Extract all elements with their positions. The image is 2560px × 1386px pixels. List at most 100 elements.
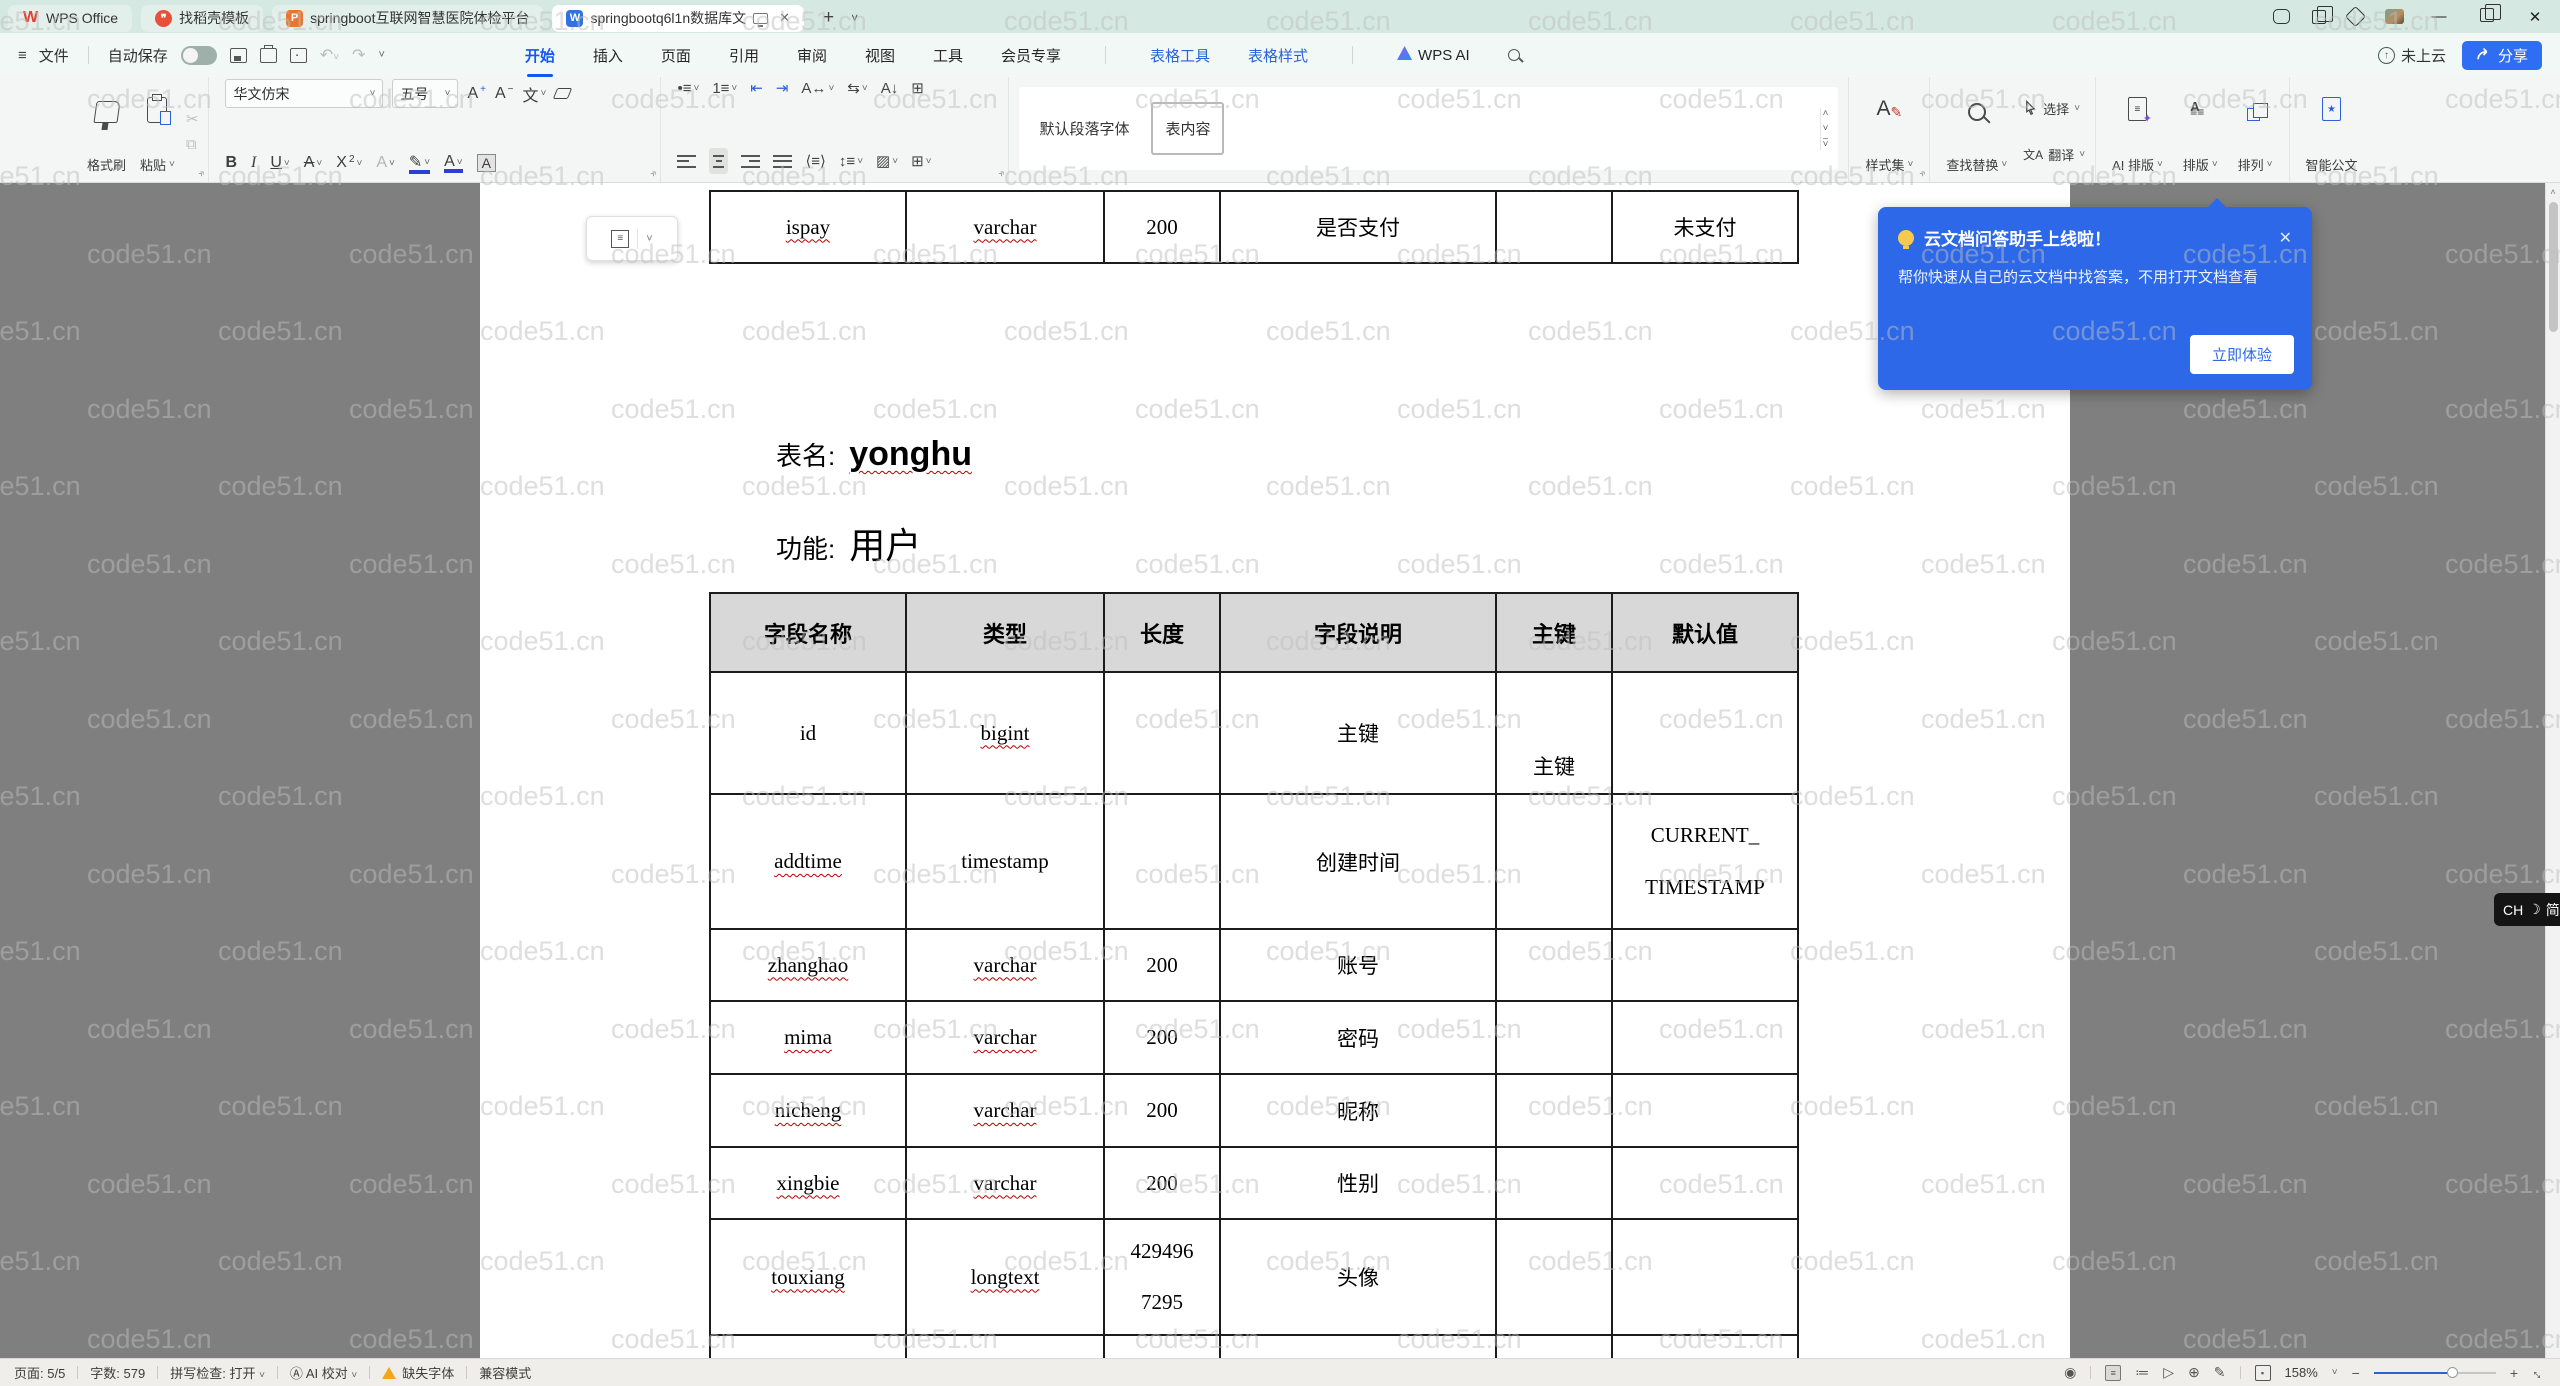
restore-button[interactable] <box>2480 8 2494 22</box>
tab-wps-ai[interactable]: WPS AI <box>1397 46 1470 64</box>
styles-up-icon[interactable]: ˄ <box>1823 108 1829 119</box>
ai-proof-button[interactable]: Ⓐ AI 校对 ˅ <box>290 1363 357 1382</box>
table-cell[interactable]: 密码 <box>1220 1001 1496 1074</box>
text-direction-button[interactable]: A↔˅ <box>801 80 834 97</box>
zoom-slider-knob[interactable] <box>2447 1367 2458 1378</box>
table-cell[interactable]: timestamp <box>906 794 1104 929</box>
tab-insert[interactable]: 插入 <box>593 45 623 66</box>
decrease-font-button[interactable]: A− <box>495 85 514 103</box>
table-select-widget[interactable]: ≡ ˅ <box>586 216 678 261</box>
table-header-cell[interactable]: 类型 <box>906 593 1104 672</box>
table-cell[interactable]: 200 <box>1104 1147 1220 1219</box>
increase-indent-button[interactable]: ⇥ <box>776 79 789 97</box>
document-page[interactable]: ispayvarchar200是否支付 未支付 ≡ ˅ 表名: yonghu 功… <box>480 183 2070 1358</box>
table-cell[interactable] <box>1612 672 1798 794</box>
table-cell[interactable]: bigint <box>906 672 1104 794</box>
zoom-out-button[interactable]: − <box>2352 1365 2360 1381</box>
table-cell[interactable] <box>1104 1335 1220 1358</box>
cut-icon[interactable]: ✂ <box>186 112 199 127</box>
table-cell[interactable] <box>1104 672 1220 794</box>
tab-docer-templates[interactable]: ❞ 找稻壳模板 <box>141 5 263 32</box>
ime-indicator[interactable]: CH ☽ 简 <box>2494 893 2560 926</box>
table-cell[interactable] <box>1612 929 1798 1001</box>
table-cell[interactable]: varchar <box>906 191 1104 263</box>
search-icon[interactable] <box>1508 49 1520 61</box>
table-row[interactable]: xingbievarchar200性别 <box>710 1147 1798 1219</box>
table-cell[interactable]: 200 <box>1104 191 1220 263</box>
table-cell[interactable]: 是否支付 <box>1220 191 1496 263</box>
close-window-button[interactable]: ✕ <box>2522 8 2548 26</box>
table-cell[interactable] <box>1104 794 1220 929</box>
format-painter-button[interactable]: 格式刷 <box>80 85 133 178</box>
strikethrough-button[interactable]: A˅ <box>304 154 323 172</box>
decrease-indent-button[interactable]: ⇤ <box>750 79 763 97</box>
pinyin-guide-button[interactable]: 文˅ <box>522 82 546 106</box>
table-cell[interactable]: 200 <box>1104 929 1220 1001</box>
table-header-cell[interactable]: 字段说明 <box>1220 593 1496 672</box>
tab-home[interactable]: 开始 <box>525 45 555 66</box>
table-cell[interactable] <box>1220 1335 1496 1358</box>
table-cell[interactable]: 主键 <box>1220 672 1496 794</box>
close-notification-icon[interactable]: ✕ <box>2279 228 2292 248</box>
table-cell[interactable]: 昵称 <box>1220 1074 1496 1147</box>
cloud-sync-status[interactable]: ↑ 未上云 <box>2378 45 2446 66</box>
table-cell[interactable] <box>1496 191 1612 263</box>
table-cell[interactable]: CURRENT_ TIMESTAMP <box>1612 794 1798 929</box>
copy-icon[interactable]: ⧉ <box>186 137 199 152</box>
tab-table-style[interactable]: 表格样式 <box>1248 45 1308 66</box>
table-cell[interactable]: addtime <box>710 794 906 929</box>
table-cell[interactable]: xingbie <box>710 1147 906 1219</box>
word-count[interactable]: 字数: 579 <box>90 1363 145 1382</box>
tab-active-document[interactable]: W springbootq6l1n数据库文 ✕ <box>552 5 804 32</box>
toolbar-more-chevron-icon[interactable]: ˅ <box>378 49 384 61</box>
character-shading-button[interactable]: A <box>477 154 496 172</box>
borders-button[interactable]: ⊞˅ <box>911 152 931 170</box>
style-default-paragraph[interactable]: 默认段落字体 <box>1027 104 1141 153</box>
increase-font-button[interactable]: A+ <box>467 85 486 103</box>
try-now-button[interactable]: 立即体验 <box>2190 335 2294 374</box>
save-icon[interactable] <box>230 48 247 63</box>
minimize-button[interactable]: — <box>2426 8 2452 25</box>
clear-format-button[interactable] <box>555 88 570 99</box>
bold-button[interactable]: B <box>225 154 237 172</box>
superscript-button[interactable]: X2˅ <box>336 154 362 172</box>
italic-button[interactable]: I <box>251 154 256 172</box>
table-cell[interactable]: touxiang <box>710 1219 906 1335</box>
table-cell[interactable]: 性别 <box>1220 1147 1496 1219</box>
tab-membership[interactable]: 会员专享 <box>1001 45 1061 66</box>
table-row-partial[interactable] <box>710 1335 1798 1358</box>
zoom-chevron-icon[interactable]: ˅ <box>2332 1367 2338 1378</box>
read-mode-icon[interactable]: ▷ <box>2163 1364 2174 1381</box>
ai-assistant-icon[interactable] <box>2273 9 2290 24</box>
text-effects-button[interactable]: A˅ <box>376 154 395 172</box>
print-preview-icon[interactable] <box>290 48 307 63</box>
numbered-list-button[interactable]: 1≡˅ <box>712 80 737 97</box>
table-cell[interactable]: 创建时间 <box>1220 794 1496 929</box>
user-avatar[interactable] <box>2385 9 2404 24</box>
sort-button[interactable]: A↓ <box>881 80 899 97</box>
select-button[interactable]: 选择˅ <box>2023 99 2085 118</box>
table-cell[interactable]: 账号 <box>1220 929 1496 1001</box>
table-header-cell[interactable]: 主键 <box>1496 593 1612 672</box>
hamburger-menu-icon[interactable]: ≡ <box>18 47 26 64</box>
table-cell[interactable] <box>710 1335 906 1358</box>
zoom-level[interactable]: 158% <box>2285 1365 2318 1380</box>
undo-icon[interactable]: ↶˅ <box>320 45 339 65</box>
apps-cube-icon[interactable] <box>2345 6 2366 27</box>
table-row[interactable]: touxianglongtext429496 7295头像 <box>710 1219 1798 1335</box>
distribute-button[interactable]: ⟨≡⟩ <box>805 152 825 170</box>
table-cell[interactable]: zhanghao <box>710 929 906 1001</box>
tab-page[interactable]: 页面 <box>661 45 691 66</box>
table-cell[interactable]: ispay <box>710 191 906 263</box>
highlight-color-button[interactable]: ✎˅ <box>409 152 430 174</box>
compat-mode[interactable]: 兼容模式 <box>479 1363 531 1382</box>
shading-button[interactable]: ▨˅ <box>876 152 898 170</box>
align-left-button[interactable] <box>677 151 696 171</box>
table-cell[interactable]: varchar <box>906 1074 1104 1147</box>
align-right-button[interactable] <box>741 151 760 171</box>
chevron-down-icon[interactable]: ˅ <box>646 233 652 245</box>
style-table-content[interactable]: 表内容 <box>1151 102 1224 155</box>
vertical-scrollbar[interactable]: ˄ <box>2545 183 2560 1358</box>
table-cell[interactable]: 主键 <box>1496 672 1612 794</box>
table-row[interactable]: ispayvarchar200是否支付 未支付 <box>710 191 1798 263</box>
